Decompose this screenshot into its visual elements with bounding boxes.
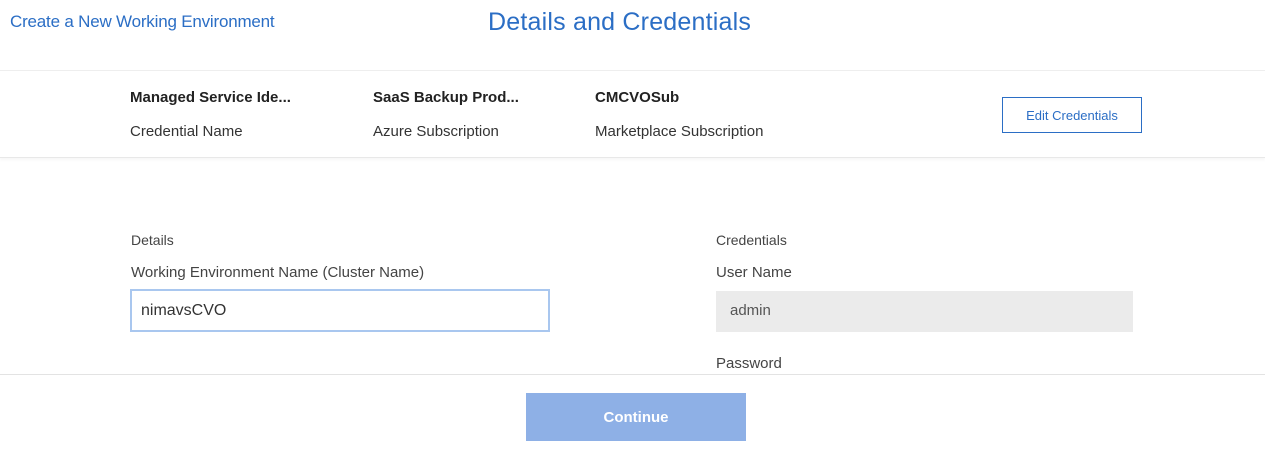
credential-name-value: Managed Service Ide... bbox=[130, 89, 291, 106]
credentials-section-title: Credentials bbox=[716, 232, 787, 248]
azure-subscription-item: SaaS Backup Prod... Azure Subscription bbox=[373, 89, 519, 140]
cluster-name-input[interactable] bbox=[130, 289, 550, 332]
details-section-title: Details bbox=[131, 232, 174, 248]
user-name-field: admin bbox=[716, 291, 1133, 332]
marketplace-subscription-label: Marketplace Subscription bbox=[595, 123, 764, 140]
credential-name-label: Credential Name bbox=[130, 123, 243, 140]
credential-name-item: Managed Service Ide... Credential Name bbox=[130, 89, 291, 140]
footer-divider bbox=[0, 374, 1265, 375]
marketplace-subscription-item: CMCVOSub Marketplace Subscription bbox=[595, 89, 763, 140]
password-label: Password bbox=[716, 355, 782, 372]
edit-credentials-button[interactable]: Edit Credentials bbox=[1002, 97, 1142, 133]
cluster-name-label: Working Environment Name (Cluster Name) bbox=[131, 264, 425, 281]
continue-button[interactable]: Continue bbox=[526, 393, 746, 441]
azure-subscription-label: Azure Subscription bbox=[373, 123, 499, 140]
credentials-summary-bar: Managed Service Ide... Credential Name S… bbox=[0, 70, 1265, 158]
user-name-label: User Name bbox=[716, 264, 792, 281]
azure-subscription-value: SaaS Backup Prod... bbox=[373, 89, 519, 106]
page-title: Details and Credentials bbox=[488, 8, 752, 36]
create-working-environment-link[interactable]: Create a New Working Environment bbox=[10, 12, 275, 32]
marketplace-subscription-value: CMCVOSub bbox=[595, 89, 680, 106]
